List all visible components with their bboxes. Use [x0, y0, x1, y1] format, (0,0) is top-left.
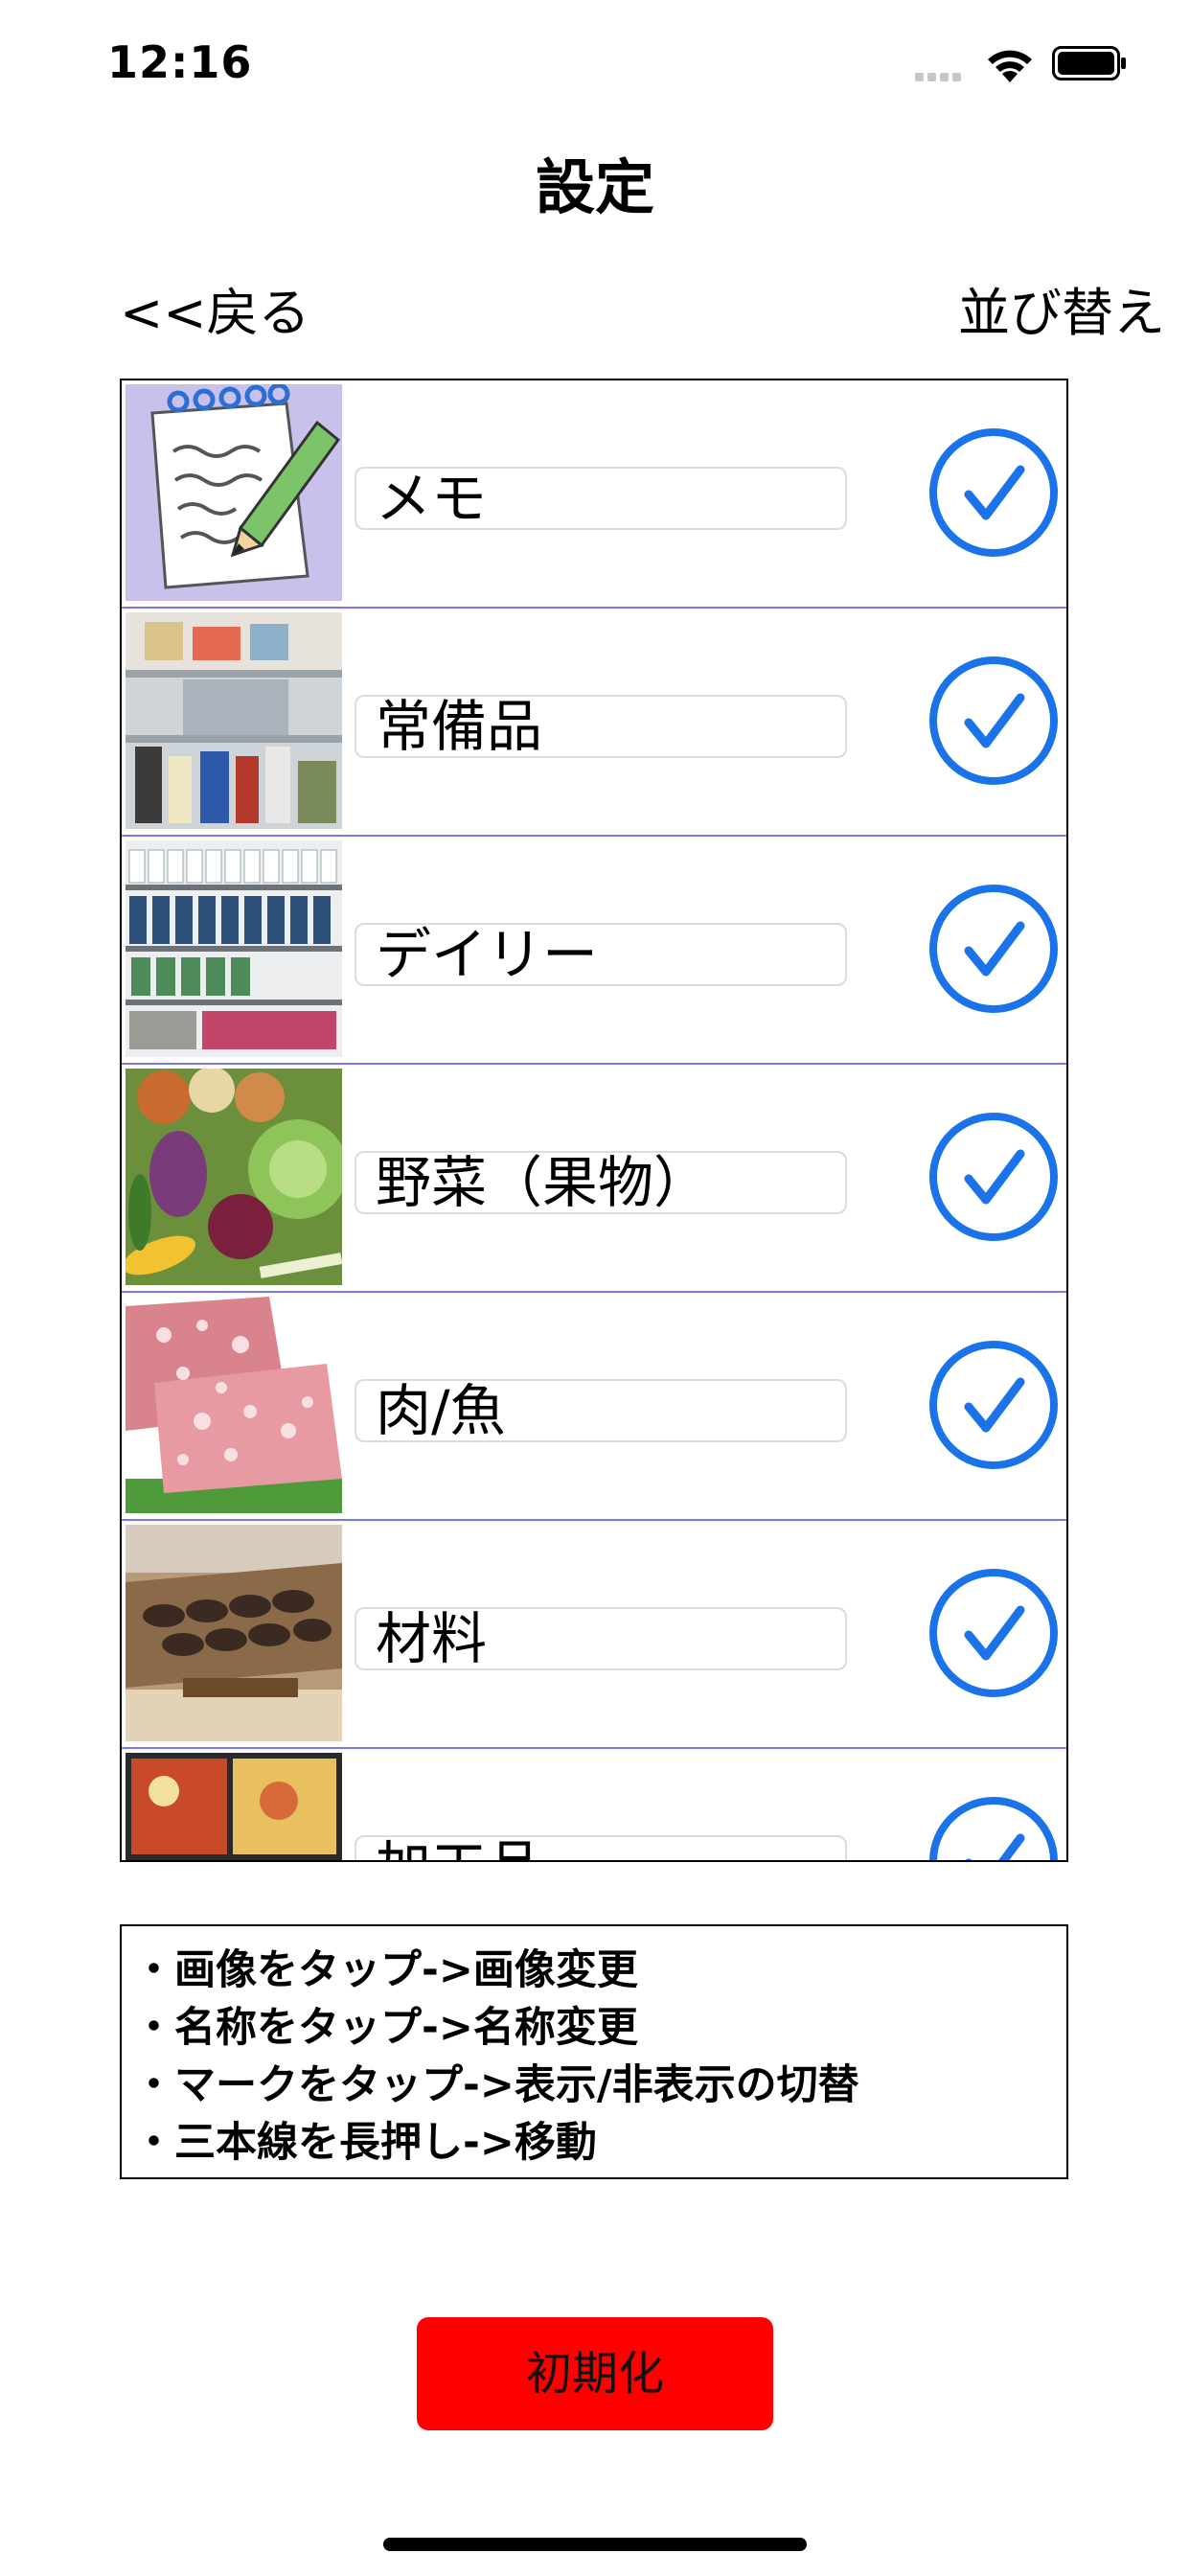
memo-pad-image[interactable] [126, 384, 342, 601]
instruction-line: ・名称をタップ->名称変更 [133, 2004, 638, 2052]
checkmark-circle-icon[interactable] [928, 1340, 1059, 1470]
category-list[interactable]: メモ 常備品 デイリー 野菜（果物） 肉/魚 材料 [120, 379, 1068, 1862]
checkmark-circle-icon[interactable] [928, 656, 1059, 786]
category-name-field[interactable]: 材料 [355, 1607, 847, 1670]
status-time: 12:16 [107, 36, 253, 88]
instructions-box: ・画像をタップ->画像変更 ・名称をタップ->名称変更 ・マークをタップ->表示… [120, 1924, 1068, 2179]
category-row: 肉/魚 [122, 1293, 1066, 1521]
wifi-icon [988, 50, 1032, 82]
page-title: 設定 [535, 152, 654, 222]
category-name-field[interactable]: 加工品 [355, 1835, 847, 1860]
instruction-line: ・三本線を長押し->移動 [133, 2119, 597, 2167]
category-name-field[interactable]: 常備品 [355, 695, 847, 758]
category-row: 常備品 [122, 609, 1066, 837]
category-row: 野菜（果物） [122, 1065, 1066, 1293]
checkmark-circle-icon[interactable] [928, 1112, 1059, 1242]
instruction-line: ・画像をタップ->画像変更 [133, 1946, 638, 1994]
cellular-signal-icon [915, 67, 969, 81]
checkmark-circle-icon[interactable] [928, 1796, 1059, 1862]
instruction-line: ・マークをタップ->表示/非表示の切替 [133, 2061, 859, 2109]
prepared-food-image[interactable] [126, 1753, 342, 1862]
dairy-shelf-image[interactable] [126, 840, 342, 1057]
category-name-field[interactable]: 肉/魚 [355, 1379, 847, 1442]
sort-button[interactable]: 並び替え [958, 270, 1165, 346]
category-name-field[interactable]: デイリー [355, 923, 847, 986]
category-row: デイリー [122, 837, 1066, 1065]
checkmark-circle-icon[interactable] [928, 427, 1059, 558]
checkmark-circle-icon[interactable] [928, 1568, 1059, 1698]
home-indicator[interactable] [383, 2538, 807, 2551]
category-row: メモ [122, 380, 1066, 609]
battery-icon [1052, 46, 1126, 80]
category-name-field[interactable]: 野菜（果物） [355, 1151, 847, 1214]
category-name-field[interactable]: メモ [355, 467, 847, 530]
dried-ingredients-image[interactable] [126, 1525, 342, 1741]
refrigerator-image[interactable] [126, 612, 342, 829]
beef-image[interactable] [126, 1297, 342, 1513]
status-bar: 12:16 [0, 0, 1190, 125]
category-row: 加工品 [122, 1749, 1066, 1862]
checkmark-circle-icon[interactable] [928, 884, 1059, 1014]
back-button[interactable]: <<戻る [120, 270, 310, 346]
category-row: 材料 [122, 1521, 1066, 1749]
reset-button[interactable]: 初期化 [417, 2317, 773, 2430]
vegetables-image[interactable] [126, 1069, 342, 1285]
